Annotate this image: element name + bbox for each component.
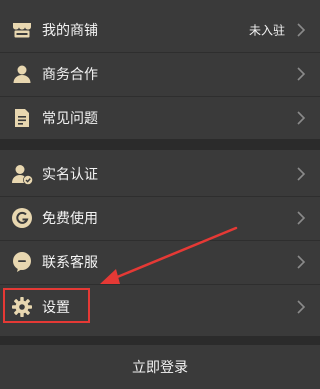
menu-item-free-use[interactable]: 免费使用 <box>0 196 320 240</box>
menu-item-label: 免费使用 <box>42 211 98 227</box>
chevron-right-icon <box>297 67 306 81</box>
menu-item-label: 我的商铺 <box>42 23 98 39</box>
menu-item-label: 设置 <box>42 300 70 316</box>
menu-item-contact-support[interactable]: 联系客服 <box>0 240 320 284</box>
profile-menu-page: 我的商铺 未入驻 商务合作 常见问题 实名认证 免费使用 联系客服 设置 立即登… <box>0 0 320 389</box>
chevron-right-icon <box>297 167 306 181</box>
g-circle-icon <box>12 208 32 228</box>
menu-item-label: 商务合作 <box>42 67 98 83</box>
menu-item-business-cooperation[interactable]: 商务合作 <box>0 52 320 96</box>
menu-item-my-shop[interactable]: 我的商铺 未入驻 <box>0 8 320 52</box>
gear-icon <box>12 297 32 317</box>
chat-bubble-icon <box>13 252 31 272</box>
menu-item-label: 联系客服 <box>42 255 98 271</box>
menu-group-services: 实名认证 免费使用 联系客服 设置 <box>0 150 320 336</box>
chevron-right-icon <box>297 23 306 37</box>
person-icon <box>13 65 31 83</box>
menu-item-real-name-verification[interactable]: 实名认证 <box>0 152 320 196</box>
verified-user-icon <box>12 165 33 185</box>
chevron-right-icon <box>297 300 306 314</box>
menu-item-label: 常见问题 <box>42 111 98 127</box>
shop-icon <box>13 23 31 38</box>
menu-group-account: 我的商铺 未入驻 商务合作 常见问题 <box>0 0 320 139</box>
chevron-right-icon <box>297 255 306 269</box>
login-button[interactable]: 立即登录 <box>0 345 320 389</box>
menu-item-label: 实名认证 <box>42 167 98 183</box>
menu-item-settings[interactable]: 设置 <box>0 285 320 329</box>
chevron-right-icon <box>297 111 306 125</box>
chevron-right-icon <box>297 211 306 225</box>
shop-status: 未入驻 <box>248 23 285 38</box>
menu-item-faq[interactable]: 常见问题 <box>0 96 320 140</box>
document-icon <box>15 109 29 127</box>
